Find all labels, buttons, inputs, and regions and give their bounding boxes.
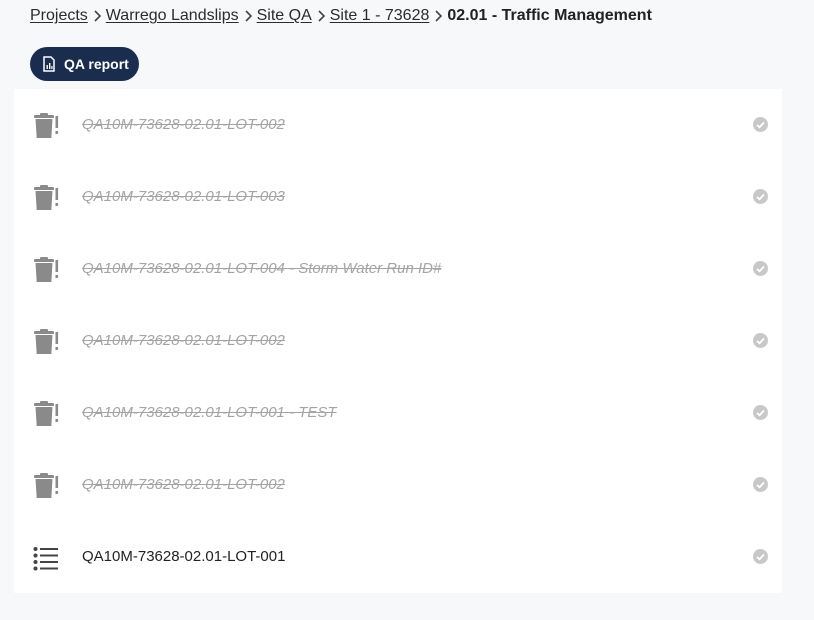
trash-warning-icon	[32, 185, 60, 211]
breadcrumb-current: 02.01 - Traffic Management	[447, 7, 652, 24]
check-circle-icon	[752, 188, 769, 205]
breadcrumb-site-qa[interactable]: Site QA	[257, 7, 312, 25]
check-circle-icon	[752, 332, 769, 349]
check-circle-icon	[752, 548, 769, 565]
lot-row[interactable]: QA10M-73628-02.01-LOT-001 - TEST	[14, 377, 782, 449]
chevron-right-icon	[429, 10, 447, 22]
trash-warning-icon	[32, 401, 60, 427]
lot-title: QA10M-73628-02.01-LOT-001 - TEST	[82, 404, 337, 421]
chevron-right-icon	[312, 10, 330, 22]
lot-title: QA10M-73628-02.01-LOT-002	[82, 116, 285, 133]
trash-warning-icon	[32, 113, 60, 139]
lot-row[interactable]: QA10M-73628-02.01-LOT-002	[14, 305, 782, 377]
lot-title: QA10M-73628-02.01-LOT-001	[82, 548, 286, 565]
trash-warning-icon	[32, 257, 60, 283]
trash-warning-icon	[32, 329, 60, 355]
lot-row[interactable]: QA10M-73628-02.01-LOT-004 - Storm Water …	[14, 233, 782, 305]
lot-title: QA10M-73628-02.01-LOT-003	[82, 188, 285, 205]
breadcrumb: Projects Warrego Landslips Site QA Site …	[30, 6, 652, 26]
report-document-icon	[42, 56, 56, 72]
check-circle-icon	[752, 260, 769, 277]
lot-title: QA10M-73628-02.01-LOT-004 - Storm Water …	[82, 260, 442, 277]
breadcrumb-projects[interactable]: Projects	[30, 7, 88, 25]
check-circle-icon	[752, 476, 769, 493]
lot-list: QA10M-73628-02.01-LOT-002 QA10M-73628-02…	[14, 89, 782, 593]
lot-row[interactable]: QA10M-73628-02.01-LOT-002	[14, 449, 782, 521]
chevron-right-icon	[88, 10, 106, 22]
lot-row[interactable]: QA10M-73628-02.01-LOT-001	[14, 521, 782, 593]
lot-row[interactable]: QA10M-73628-02.01-LOT-003	[14, 161, 782, 233]
breadcrumb-project[interactable]: Warrego Landslips	[106, 7, 239, 25]
check-circle-icon	[752, 116, 769, 133]
lot-title: QA10M-73628-02.01-LOT-002	[82, 476, 285, 493]
lot-row[interactable]: QA10M-73628-02.01-LOT-002	[14, 89, 782, 161]
check-circle-icon	[752, 404, 769, 421]
qa-report-button[interactable]: QA report	[30, 47, 139, 81]
trash-warning-icon	[32, 473, 60, 499]
chevron-right-icon	[239, 10, 257, 22]
qa-report-label: QA report	[64, 56, 129, 72]
lot-title: QA10M-73628-02.01-LOT-002	[82, 332, 285, 349]
list-icon	[32, 545, 60, 571]
breadcrumb-site[interactable]: Site 1 - 73628	[330, 7, 430, 25]
